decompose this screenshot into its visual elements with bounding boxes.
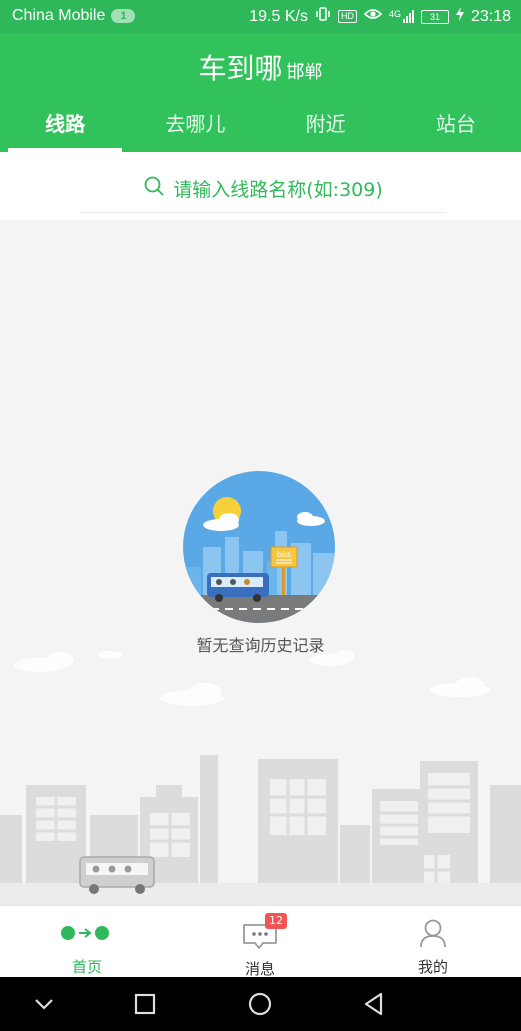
tab-nearby[interactable]: 附近 [261, 96, 391, 152]
empty-state-message: 暂无查询历史记录 [196, 636, 325, 655]
search-icon [143, 175, 165, 201]
system-nav-bar [0, 977, 521, 1031]
signal-icon: 4G [389, 10, 414, 23]
search-input[interactable]: 请输入线路名称(如:309) [80, 164, 446, 213]
page-title: 车到哪 邯郸 [0, 47, 521, 87]
app-header: 车到哪 邯郸 线路 去哪儿 附近 站台 [0, 33, 521, 152]
user-icon [419, 918, 447, 952]
status-indicators: 19.5 K/s HD 4G 31 23:18 [249, 6, 511, 27]
home-circle-icon[interactable] [246, 990, 274, 1018]
message-badge: 12 [265, 913, 287, 929]
route-dots-icon [60, 924, 110, 946]
carrier-info: China Mobile 1 [12, 7, 136, 25]
network-type: 4G [388, 9, 401, 19]
hd-icon: HD [337, 10, 357, 23]
sim-badge: 1 [111, 9, 136, 23]
nav-messages-label: 消息 [244, 960, 275, 978]
empty-illustration: bus [183, 471, 335, 627]
tab-destination[interactable]: 去哪儿 [130, 96, 260, 152]
charging-icon [455, 7, 464, 26]
nav-home[interactable]: 首页 [22, 906, 152, 978]
tab-stations[interactable]: 站台 [391, 96, 521, 152]
chevron-down-icon[interactable] [30, 990, 58, 1018]
vibrate-icon [315, 6, 331, 27]
network-speed: 19.5 K/s [249, 7, 308, 25]
nav-messages[interactable]: 12 消息 [195, 906, 325, 978]
tab-bar: 线路 去哪儿 附近 站台 [0, 96, 521, 152]
back-triangle-icon[interactable] [360, 990, 388, 1018]
recent-apps-icon[interactable] [131, 990, 159, 1018]
search-placeholder: 请输入线路名称(如:309) [173, 178, 383, 201]
tab-routes[interactable]: 线路 [0, 96, 130, 152]
status-bar: China Mobile 1 19.5 K/s HD 4G 31 23:18 [0, 0, 521, 33]
bottom-nav: 首页 12 消息 我的 [0, 905, 521, 978]
search-bar: 请输入线路名称(如:309) [0, 152, 521, 220]
bus-stop-sign-text: bus [277, 550, 291, 559]
history-content: bus 暂无查询历史记录 [0, 220, 521, 905]
nav-profile-label: 我的 [417, 958, 448, 976]
clock: 23:18 [470, 7, 511, 25]
nav-profile[interactable]: 我的 [368, 906, 498, 978]
city-selector[interactable]: 邯郸 [287, 62, 323, 83]
carrier-name: China Mobile [12, 7, 106, 24]
skyline-illustration [0, 755, 521, 905]
eye-icon [363, 7, 383, 26]
app-title: 车到哪 [198, 52, 283, 85]
nav-home-label: 首页 [71, 958, 102, 976]
battery-icon: 31 [420, 9, 449, 24]
